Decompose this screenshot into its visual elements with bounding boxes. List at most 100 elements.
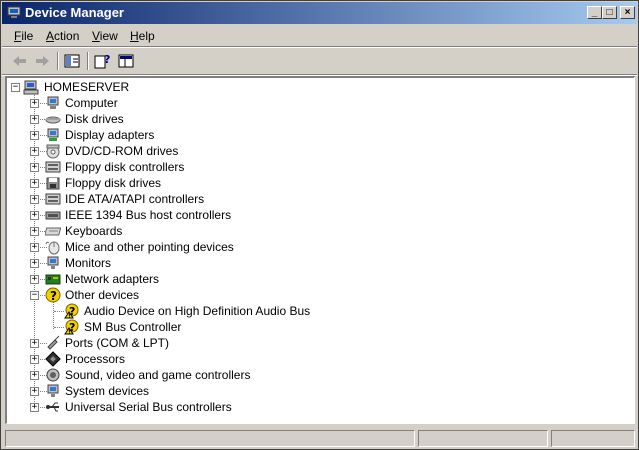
expand-button[interactable]: + xyxy=(30,243,39,252)
network-adapter-icon xyxy=(45,274,61,285)
ide-controller-icon xyxy=(45,193,61,205)
tree-category-label: IDE ATA/ATAPI controllers xyxy=(65,192,205,206)
close-button[interactable]: × xyxy=(620,6,635,19)
sound-icon xyxy=(46,368,60,382)
tree-category-row[interactable]: + Ports (COM & LPT) xyxy=(7,335,627,351)
ieee1394-icon xyxy=(45,211,61,220)
tree-category-row[interactable]: + Computer xyxy=(7,95,627,111)
tree-category-row[interactable]: + Processors xyxy=(7,351,627,367)
mouse-icon xyxy=(45,241,60,255)
display-adapter-icon xyxy=(47,128,59,141)
port-icon xyxy=(47,335,60,350)
tree-category-label: Computer xyxy=(65,96,118,110)
expand-button[interactable]: + xyxy=(30,163,39,172)
tree-category-label: Mice and other pointing devices xyxy=(65,240,234,254)
expand-button[interactable]: + xyxy=(30,403,39,412)
toolbar-separator-2 xyxy=(87,52,89,70)
tree-category-row[interactable]: + Monitors xyxy=(7,255,627,271)
minimize-button[interactable]: _ xyxy=(587,6,602,19)
tree-category-row[interactable]: −? Other devices xyxy=(7,287,627,303)
tree-category-label: Universal Serial Bus controllers xyxy=(65,400,232,414)
tree-category-label: Sound, video and game controllers xyxy=(65,368,251,382)
menu-view[interactable]: View xyxy=(92,29,118,43)
properties-help-icon[interactable]: ? xyxy=(92,52,112,70)
expand-button[interactable]: + xyxy=(30,275,39,284)
disk-drive-icon xyxy=(45,116,61,124)
tree-category-label: Floppy disk drives xyxy=(65,176,162,190)
tree-category-row[interactable]: + Disk drives xyxy=(7,111,627,127)
forward-arrow-icon[interactable] xyxy=(32,52,52,70)
menu-action[interactable]: Action xyxy=(46,29,79,43)
expand-button[interactable]: + xyxy=(30,227,39,236)
expand-button[interactable]: + xyxy=(30,211,39,220)
menu-help[interactable]: Help xyxy=(130,29,155,43)
tree-guide-branch xyxy=(54,327,64,328)
tree-category-row[interactable]: + Mice and other pointing devices xyxy=(7,239,627,255)
tree-device-label: SM Bus Controller xyxy=(84,320,182,334)
device-manager-window: Device Manager _ □ × File Action View He… xyxy=(0,0,639,450)
floppy-controller-icon xyxy=(45,161,61,173)
window-title: Device Manager xyxy=(25,5,124,20)
keyboard-icon xyxy=(45,227,61,236)
expand-button[interactable]: + xyxy=(30,195,39,204)
maximize-button[interactable]: □ xyxy=(602,6,617,19)
view-pane-icon[interactable] xyxy=(116,52,136,70)
expand-button[interactable]: + xyxy=(30,179,39,188)
back-arrow-icon[interactable] xyxy=(10,52,30,70)
server-computer-icon xyxy=(23,80,39,95)
status-bar xyxy=(2,427,637,449)
tree-category-label: Processors xyxy=(65,352,126,366)
processor-icon xyxy=(45,351,61,367)
system-device-icon xyxy=(47,384,59,397)
status-panel-2 xyxy=(418,430,548,447)
tree-category-row[interactable]: + Universal Serial Bus controllers xyxy=(7,399,627,415)
tree-root-label: HOMESERVER xyxy=(44,80,130,94)
unknown-device-icon: ? xyxy=(45,287,61,303)
tree-category-row[interactable]: + System devices xyxy=(7,383,627,399)
title-bar[interactable]: Device Manager _ □ × xyxy=(2,2,637,24)
expand-button[interactable]: + xyxy=(30,99,39,108)
expand-button[interactable]: + xyxy=(30,387,39,396)
usb-icon xyxy=(46,402,59,412)
status-panel-3 xyxy=(551,430,635,447)
svg-text:?: ? xyxy=(50,289,57,303)
collapse-root-button[interactable]: − xyxy=(11,83,20,92)
menu-file[interactable]: File xyxy=(14,29,33,43)
warning-device-icon: ?! xyxy=(64,319,79,335)
expand-button[interactable]: + xyxy=(30,115,39,124)
expand-button[interactable]: + xyxy=(30,355,39,364)
tree-category-row[interactable]: + IEEE 1394 Bus host controllers xyxy=(7,207,627,223)
tree-category-label: Monitors xyxy=(65,256,112,270)
status-panel-main xyxy=(5,430,415,447)
expand-button[interactable]: + xyxy=(30,147,39,156)
tree-category-row[interactable]: + Floppy disk controllers xyxy=(7,159,627,175)
device-manager-icon xyxy=(7,6,21,18)
collapse-button[interactable]: − xyxy=(30,291,39,300)
tree-category-row[interactable]: + Display adapters xyxy=(7,127,627,143)
tree-device-row[interactable]: ?! SM Bus Controller xyxy=(7,319,627,335)
cd-rom-icon xyxy=(46,144,60,159)
tree-root[interactable]: − HOMESERVER xyxy=(7,79,627,95)
tree-device-row[interactable]: ?! Audio Device on High Definition Audio … xyxy=(7,303,627,319)
toolbar: ? xyxy=(2,48,637,74)
device-tree[interactable]: − HOMESERVER + Computer + Disk drives + Displ… xyxy=(5,76,635,424)
tree-category-row[interactable]: + Keyboards xyxy=(7,223,627,239)
tree-category-label: Display adapters xyxy=(65,128,155,142)
tree-category-row[interactable]: + Network adapters xyxy=(7,271,627,287)
tree-category-row[interactable]: + DVD/CD-ROM drives xyxy=(7,143,627,159)
tree-category-label: Disk drives xyxy=(65,112,124,126)
expand-button[interactable]: + xyxy=(30,371,39,380)
tree-guide-branch xyxy=(54,311,64,312)
tree-category-row[interactable]: + Floppy disk drives xyxy=(7,175,627,191)
expand-button[interactable]: + xyxy=(30,339,39,348)
tree-category-row[interactable]: + IDE ATA/ATAPI controllers xyxy=(7,191,627,207)
expand-button[interactable]: + xyxy=(30,131,39,140)
expand-button[interactable]: + xyxy=(30,259,39,268)
show-hide-console-tree-icon[interactable] xyxy=(62,52,82,70)
tree-category-label: Keyboards xyxy=(65,224,123,238)
tree-category-row[interactable]: + Sound, video and game controllers xyxy=(7,367,627,383)
tree-category-label: System devices xyxy=(65,384,150,398)
svg-text:?: ? xyxy=(104,53,110,66)
tree-category-label: Network adapters xyxy=(65,272,160,286)
monitor-icon xyxy=(47,256,59,269)
